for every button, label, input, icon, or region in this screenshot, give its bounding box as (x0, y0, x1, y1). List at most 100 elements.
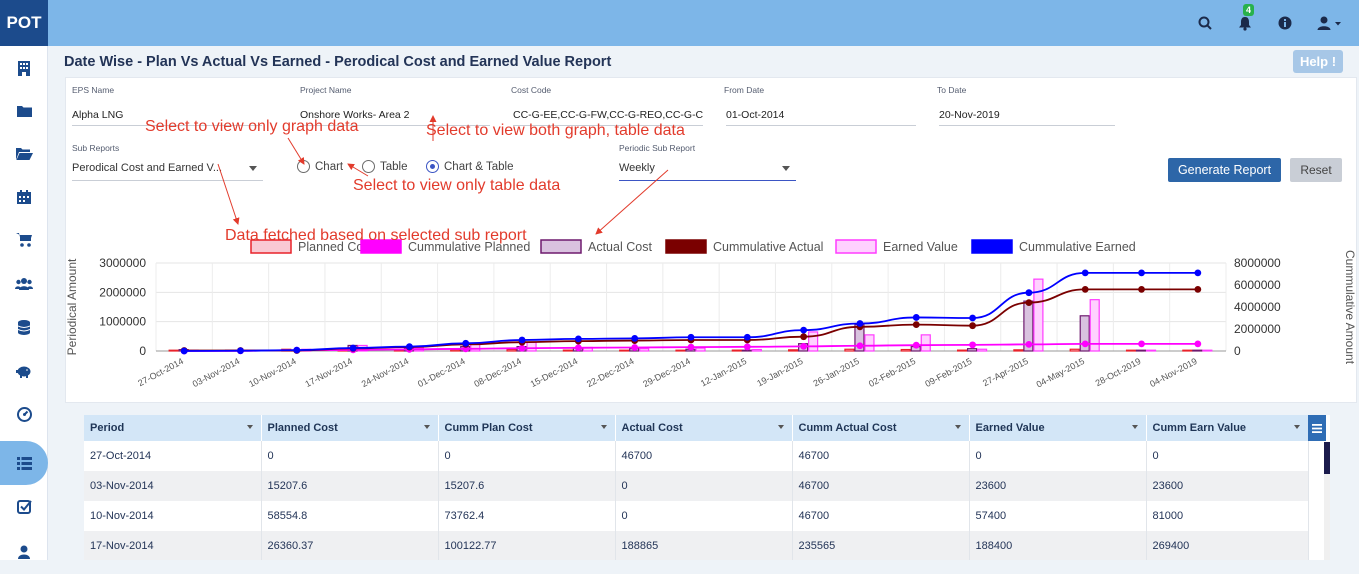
user-menu-icon[interactable] (1317, 15, 1343, 31)
sidebar-item-reports[interactable] (0, 441, 48, 485)
point-cummulative-earned (631, 334, 639, 342)
scrollbar-thumb[interactable] (1324, 442, 1330, 474)
calendar-icon (17, 190, 31, 204)
column-menu-button[interactable] (1308, 415, 1326, 441)
chevron-down-icon[interactable] (1293, 425, 1300, 429)
bar-planned-cost (1069, 348, 1080, 352)
info-icon[interactable] (1277, 15, 1293, 31)
point-cummulative-planned (574, 344, 582, 352)
x-tick-label: 19-Jan-2015 (755, 356, 804, 389)
sidebar-item-folder[interactable] (0, 89, 48, 133)
point-cummulative-planned (1194, 340, 1202, 348)
cell: 23600 (1146, 471, 1309, 501)
point-cummulative-earned (1081, 269, 1089, 277)
x-tick-label: 09-Feb-2015 (923, 356, 973, 389)
search-icon[interactable] (1197, 15, 1213, 31)
x-tick-label: 17-Nov-2014 (303, 356, 354, 389)
table-row[interactable]: 03-Nov-2014 15207.6 15207.6 0 46700 23600 2360… (84, 471, 1309, 501)
chevron-down-icon[interactable] (600, 425, 607, 429)
x-tick-label: 15-Dec-2014 (529, 356, 580, 389)
sidebar-item-profile[interactable] (0, 530, 48, 574)
bar-earned-value (920, 334, 931, 352)
cell: 46700 (792, 471, 970, 501)
cell: 46700 (792, 501, 970, 531)
col-header-actual-cost[interactable]: Actual Cost (615, 415, 793, 441)
help-button[interactable]: Help ! (1293, 50, 1343, 73)
chevron-down-icon[interactable] (1131, 425, 1138, 429)
bar-planned-cost (168, 349, 179, 352)
folder-open-icon (15, 148, 33, 160)
x-tick-label: 04-May-2015 (1035, 356, 1087, 390)
point-cummulative-actual (912, 321, 920, 328)
cell: 188400 (969, 531, 1147, 560)
point-cummulative-earned (1194, 269, 1202, 277)
sidebar-item-cart[interactable] (0, 218, 48, 262)
bar-planned-cost (619, 349, 630, 352)
sidebar-item-piggy-bank[interactable] (0, 349, 48, 393)
sidebar-item-database[interactable] (0, 305, 48, 349)
chevron-down-icon[interactable] (777, 425, 784, 429)
sidebar-item-users[interactable] (0, 262, 48, 306)
table-row[interactable]: 27-Oct-2014 0 0 46700 46700 0 0 (84, 441, 1309, 471)
table-row[interactable]: 10-Nov-2014 58554.8 73762.4 0 46700 57400 8100… (84, 501, 1309, 531)
x-tick-label: 26-Jan-2015 (812, 356, 861, 389)
col-header-cumm-actual-cost[interactable]: Cumm Actual Cost (792, 415, 970, 441)
col-header-period[interactable]: Period (84, 415, 262, 441)
x-tick-label: 03-Nov-2014 (191, 356, 242, 389)
sidebar-item-calendar[interactable] (0, 175, 48, 219)
bell-icon[interactable]: 4 (1237, 4, 1255, 31)
col-header-planned-cost[interactable]: Planned Cost (261, 415, 439, 441)
point-cummulative-earned (518, 336, 526, 344)
sidebar-item-folder-open[interactable] (0, 132, 48, 176)
sidebar-item-dashboard[interactable] (0, 392, 48, 436)
point-cummulative-earned (180, 347, 188, 355)
point-cummulative-actual (1025, 299, 1033, 306)
cell: 100122.77 (438, 531, 616, 560)
list-icon (16, 456, 32, 470)
table-scrollbar[interactable] (1324, 442, 1330, 560)
table-row[interactable]: 17-Nov-2014 26360.37 100122.77 188865 235565… (84, 531, 1309, 560)
x-tick-label: 29-Dec-2014 (641, 356, 692, 389)
cell: 26360.37 (261, 531, 439, 560)
x-tick-label: 01-Dec-2014 (416, 356, 467, 389)
point-cummulative-planned (912, 341, 920, 349)
sidebar-item-tasks[interactable] (0, 484, 48, 528)
y2-axis-label: Cummulative Amount (1343, 250, 1356, 365)
x-tick-label: 12-Jan-2015 (699, 356, 748, 389)
point-cummulative-earned (969, 314, 976, 322)
point-cummulative-planned (800, 342, 808, 350)
cell: 0 (261, 441, 439, 471)
chevron-down-icon[interactable] (423, 425, 430, 429)
arrow-graph (287, 137, 305, 165)
x-tick-label: 02-Feb-2015 (867, 356, 917, 389)
cell: 73762.4 (438, 501, 616, 531)
bar-planned-cost (956, 349, 968, 352)
menu-icon (1312, 423, 1322, 433)
bar-planned-cost (1125, 349, 1137, 352)
chevron-down-icon[interactable] (954, 425, 961, 429)
point-cummulative-earned (800, 326, 808, 334)
bar-planned-cost (562, 349, 573, 352)
annotation-arrows (217, 115, 669, 235)
folder-icon (16, 106, 32, 117)
cell: 269400 (1146, 531, 1309, 560)
sidebar-item-building[interactable] (0, 46, 48, 90)
point-cummulative-planned (1025, 341, 1033, 348)
col-header-cumm-plan-cost[interactable]: Cumm Plan Cost (438, 415, 616, 441)
col-header-cumm-earn-value[interactable]: Cumm Earn Value (1146, 415, 1309, 441)
col-header-earned-value[interactable]: Earned Value (969, 415, 1147, 441)
y-tick-label: 0 (139, 344, 146, 358)
bar-earned-value (1033, 278, 1044, 352)
app-logo[interactable]: POT (0, 0, 48, 46)
point-cummulative-actual (969, 322, 976, 330)
x-tick-label: 24-Nov-2014 (360, 356, 411, 389)
point-cummulative-earned (1025, 289, 1033, 297)
point-cummulative-earned (574, 335, 582, 343)
cell: 15207.6 (438, 471, 616, 501)
bar-earned-value (864, 334, 875, 352)
arrow-fetched-right (595, 169, 669, 235)
chevron-down-icon[interactable] (246, 425, 253, 429)
legend-swatch (971, 239, 1013, 254)
bar-planned-cost (450, 349, 461, 352)
point-cummulative-planned (743, 343, 751, 351)
